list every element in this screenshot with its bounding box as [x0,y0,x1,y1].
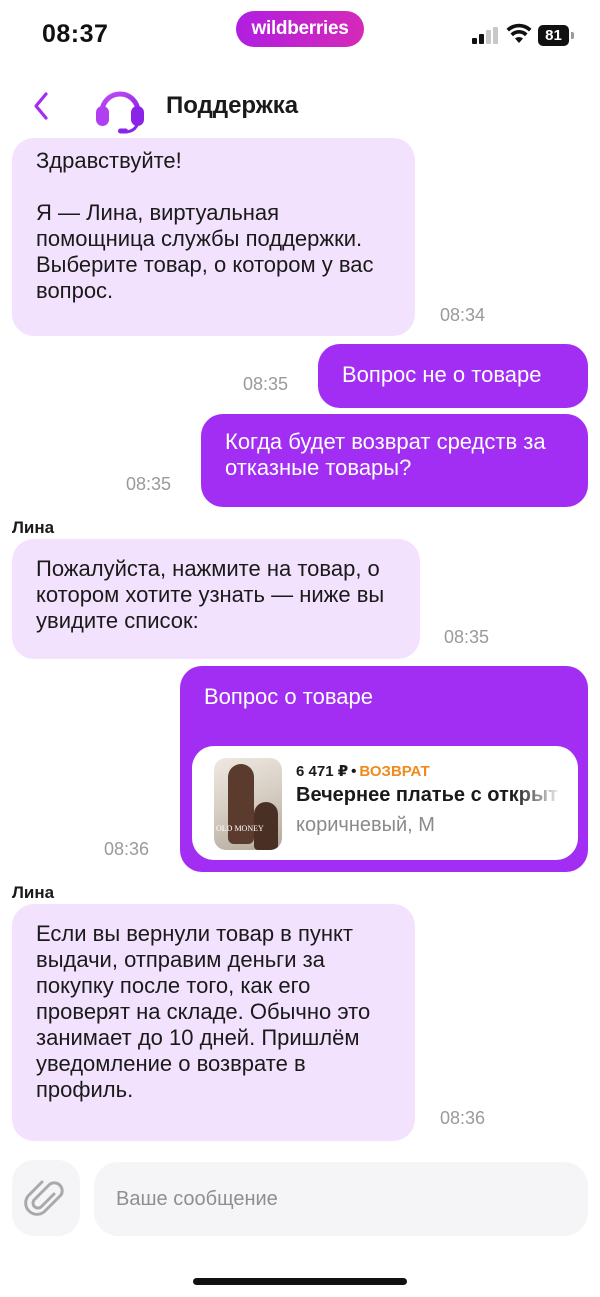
message-text: Когда будет возврат средств за отказные … [225,429,546,480]
message-input[interactable] [94,1162,588,1236]
message-text: Пожалуйста, нажмите на товар, о котором … [36,556,385,633]
message-time: 08:35 [243,374,289,394]
message-text: Вопрос о товаре [204,684,373,709]
message-bubble-outgoing: Вопрос о товаре OLD MONEY 6 471 ₽ • ВОЗВРА… [180,666,588,872]
message-text: Если вы вернули товар в пункт выдачи, от… [36,921,371,1102]
paperclip-icon [24,1180,64,1216]
return-status-badge: ВОЗВРАТ [359,763,430,780]
message-bubble-incoming: Здравствуйте! Я — Лина, виртуальная помо… [12,138,415,336]
product-name: Вечернее платье с открыт [296,784,558,806]
battery-icon: 81 [538,25,574,46]
header-title: Поддержка [166,92,299,119]
product-thumbnail: OLD MONEY [214,758,282,850]
status-time: 08:37 [42,20,109,48]
attach-button[interactable] [12,1160,80,1236]
sender-name: Лина [12,883,55,902]
product-variant: коричневый, M [296,814,435,836]
sender-name: Лина [12,518,55,537]
chat-header: Поддержка [0,64,600,140]
price-separator: • [351,763,357,780]
message-bubble-outgoing: Вопрос не о товаре [318,344,588,408]
message-text: Здравствуйте! Я — Лина, виртуальная помо… [36,148,374,303]
chevron-left-icon[interactable] [24,84,60,128]
message-time: 08:36 [440,1108,486,1128]
product-card[interactable]: OLD MONEY 6 471 ₽ • ВОЗВРАТ Вечернее плать… [192,746,578,860]
thumbnail-brand-text: OLD MONEY [216,824,264,833]
message-time: 08:35 [126,474,172,494]
message-bubble-incoming: Пожалуйста, нажмите на товар, о котором … [12,539,420,659]
message-bubble-outgoing: Когда будет возврат средств за отказные … [201,414,588,507]
cellular-signal-icon [472,27,500,44]
message-text: Вопрос не о товаре [342,362,542,387]
message-time: 08:34 [440,305,486,325]
brand-logo: wildberries [236,11,364,47]
status-bar: 08:37 wildberries 81 [0,0,600,64]
message-time: 08:36 [104,839,150,859]
wifi-icon [506,23,532,43]
product-price: 6 471 ₽ [296,763,349,780]
battery-level: 81 [538,25,569,46]
message-bubble-incoming: Если вы вернули товар в пункт выдачи, от… [12,904,415,1141]
home-indicator[interactable] [193,1278,407,1285]
message-composer [0,1150,600,1250]
headset-icon [96,91,144,134]
chat-history[interactable]: Здравствуйте! Я — Лина, виртуальная помо… [0,138,600,1148]
message-time: 08:35 [444,627,490,647]
